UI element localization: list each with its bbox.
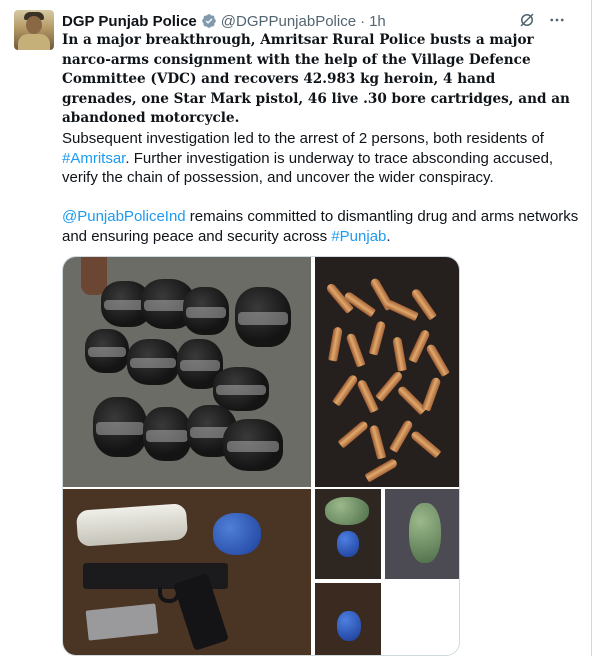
post-paragraph-1: Subsequent investigation led to the arre…	[62, 129, 582, 188]
verified-badge-icon[interactable]	[201, 13, 217, 29]
post-actions	[518, 11, 566, 29]
author-handle[interactable]: @DGPPunjabPolice	[221, 13, 356, 30]
para2-text-end: .	[386, 227, 391, 245]
photo-pistol-grenade[interactable]	[63, 489, 311, 655]
photo-grenade-2[interactable]	[385, 489, 459, 579]
author-name[interactable]: DGP Punjab Police	[62, 13, 197, 30]
avatar[interactable]	[14, 10, 54, 50]
para1-text-start: Subsequent investigation led to the arre…	[62, 130, 544, 147]
post-lead-text: In a major breakthrough, Amritsar Rural …	[62, 32, 570, 127]
media-grid-blank	[385, 583, 459, 655]
hashtag-punjab[interactable]: #Punjab	[331, 228, 386, 245]
timeline-border	[591, 0, 592, 656]
more-icon[interactable]	[548, 11, 566, 29]
photo-grenade-1[interactable]	[315, 489, 381, 579]
post-header: DGP Punjab Police @DGPPunjabPolice · 1h	[62, 11, 386, 31]
post-media-grid	[62, 256, 460, 656]
hashtag-amritsar[interactable]: #Amritsar	[62, 150, 125, 167]
photo-grenade-3[interactable]	[315, 583, 381, 655]
post-time[interactable]: 1h	[369, 13, 386, 30]
mention-punjabpoliceind[interactable]: @PunjabPoliceInd	[62, 208, 186, 225]
post-paragraph-2: @PunjabPoliceInd remains committed to di…	[62, 207, 582, 246]
para1-text-end: . Further investigation is underway to t…	[62, 149, 554, 187]
grok-icon[interactable]	[518, 11, 536, 29]
photo-cartridges[interactable]	[315, 257, 459, 487]
separator-dot: ·	[360, 12, 366, 30]
photo-heroin-packets[interactable]	[63, 257, 311, 487]
